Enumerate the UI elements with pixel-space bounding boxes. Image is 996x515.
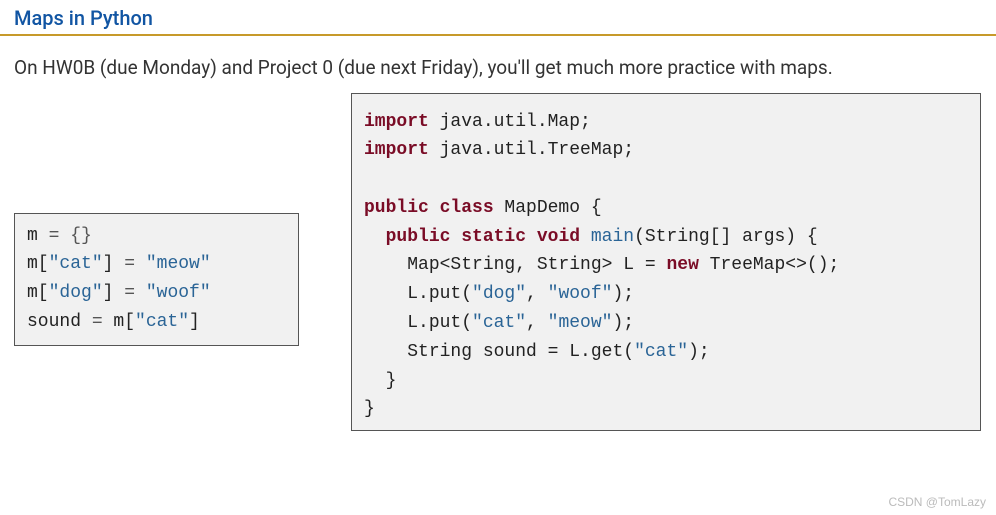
jv-l8-a: L.put( — [407, 313, 472, 333]
jv-l5-fn: main — [580, 227, 634, 247]
py-l4-str: "cat" — [135, 312, 189, 332]
py-l2-op: = — [124, 254, 146, 274]
jv-l9-b: ); — [688, 342, 710, 362]
jv-l2-rest: java.util.TreeMap; — [429, 140, 634, 160]
jv-l10-a: } — [386, 371, 397, 391]
py-l3-c: ] — [103, 283, 125, 303]
jv-l7-b: , — [526, 284, 548, 304]
jv-l8-s2: "meow" — [548, 313, 613, 333]
py-l2-str2: "meow" — [146, 254, 211, 274]
py-l1-var: m — [27, 226, 49, 246]
jv-l5-kw3: void — [526, 227, 580, 247]
py-l3-str2: "woof" — [146, 283, 211, 303]
py-l4-op: = — [92, 312, 114, 332]
py-l4-e: ] — [189, 312, 200, 332]
jv-l7-pad — [364, 284, 407, 304]
jv-l4-kw2: class — [429, 198, 494, 218]
jv-l4-kw1: public — [364, 198, 429, 218]
py-l3-a: m[ — [27, 283, 49, 303]
jv-l5-kw2: static — [450, 227, 526, 247]
jv-l7-a: L.put( — [407, 284, 472, 304]
py-l1-op: = {} — [49, 226, 92, 246]
jv-l1-rest: java.util.Map; — [429, 112, 591, 132]
jv-l8-s1: "cat" — [472, 313, 526, 333]
py-l3-op: = — [124, 283, 146, 303]
py-l2-c: ] — [103, 254, 125, 274]
py-l4-c: m[ — [113, 312, 135, 332]
jv-l6-kw: new — [666, 255, 698, 275]
slide-title: Maps in Python — [14, 6, 982, 30]
jv-l6-pad — [364, 255, 407, 275]
jv-l6-b: TreeMap<>(); — [699, 255, 839, 275]
python-code-block: m = {} m["cat"] = "meow" m["dog"] = "woo… — [14, 213, 299, 346]
jv-l5-kw1: public — [386, 227, 451, 247]
jv-l5-pad — [364, 227, 386, 247]
jv-l6-a: Map<String, String> L = — [407, 255, 666, 275]
slide-header: Maps in Python — [0, 0, 996, 36]
jv-l9-s1: "cat" — [634, 342, 688, 362]
py-l2-str1: "cat" — [49, 254, 103, 274]
jv-l8-pad — [364, 313, 407, 333]
py-l2-a: m[ — [27, 254, 49, 274]
jv-l7-s2: "woof" — [548, 284, 613, 304]
slide-intro-text: On HW0B (due Monday) and Project 0 (due … — [0, 36, 996, 93]
java-code-block: import java.util.Map; import java.util.T… — [351, 93, 981, 432]
jv-l4-rest: MapDemo { — [494, 198, 602, 218]
watermark-text: CSDN @TomLazy — [888, 495, 986, 509]
jv-l10-pad — [364, 371, 386, 391]
py-l3-str1: "dog" — [49, 283, 103, 303]
jv-l8-b: , — [526, 313, 548, 333]
jv-l11-a: } — [364, 399, 375, 419]
jv-l2-kw: import — [364, 140, 429, 160]
jv-l1-kw: import — [364, 112, 429, 132]
code-columns: m = {} m["cat"] = "meow" m["dog"] = "woo… — [0, 93, 996, 432]
jv-l5-rest: (String[] args) { — [634, 227, 818, 247]
py-l4-a: sound — [27, 312, 92, 332]
jv-l7-c: ); — [612, 284, 634, 304]
jv-l9-pad — [364, 342, 407, 362]
jv-l9-a: String sound = L.get( — [407, 342, 634, 362]
jv-l8-c: ); — [612, 313, 634, 333]
jv-l7-s1: "dog" — [472, 284, 526, 304]
